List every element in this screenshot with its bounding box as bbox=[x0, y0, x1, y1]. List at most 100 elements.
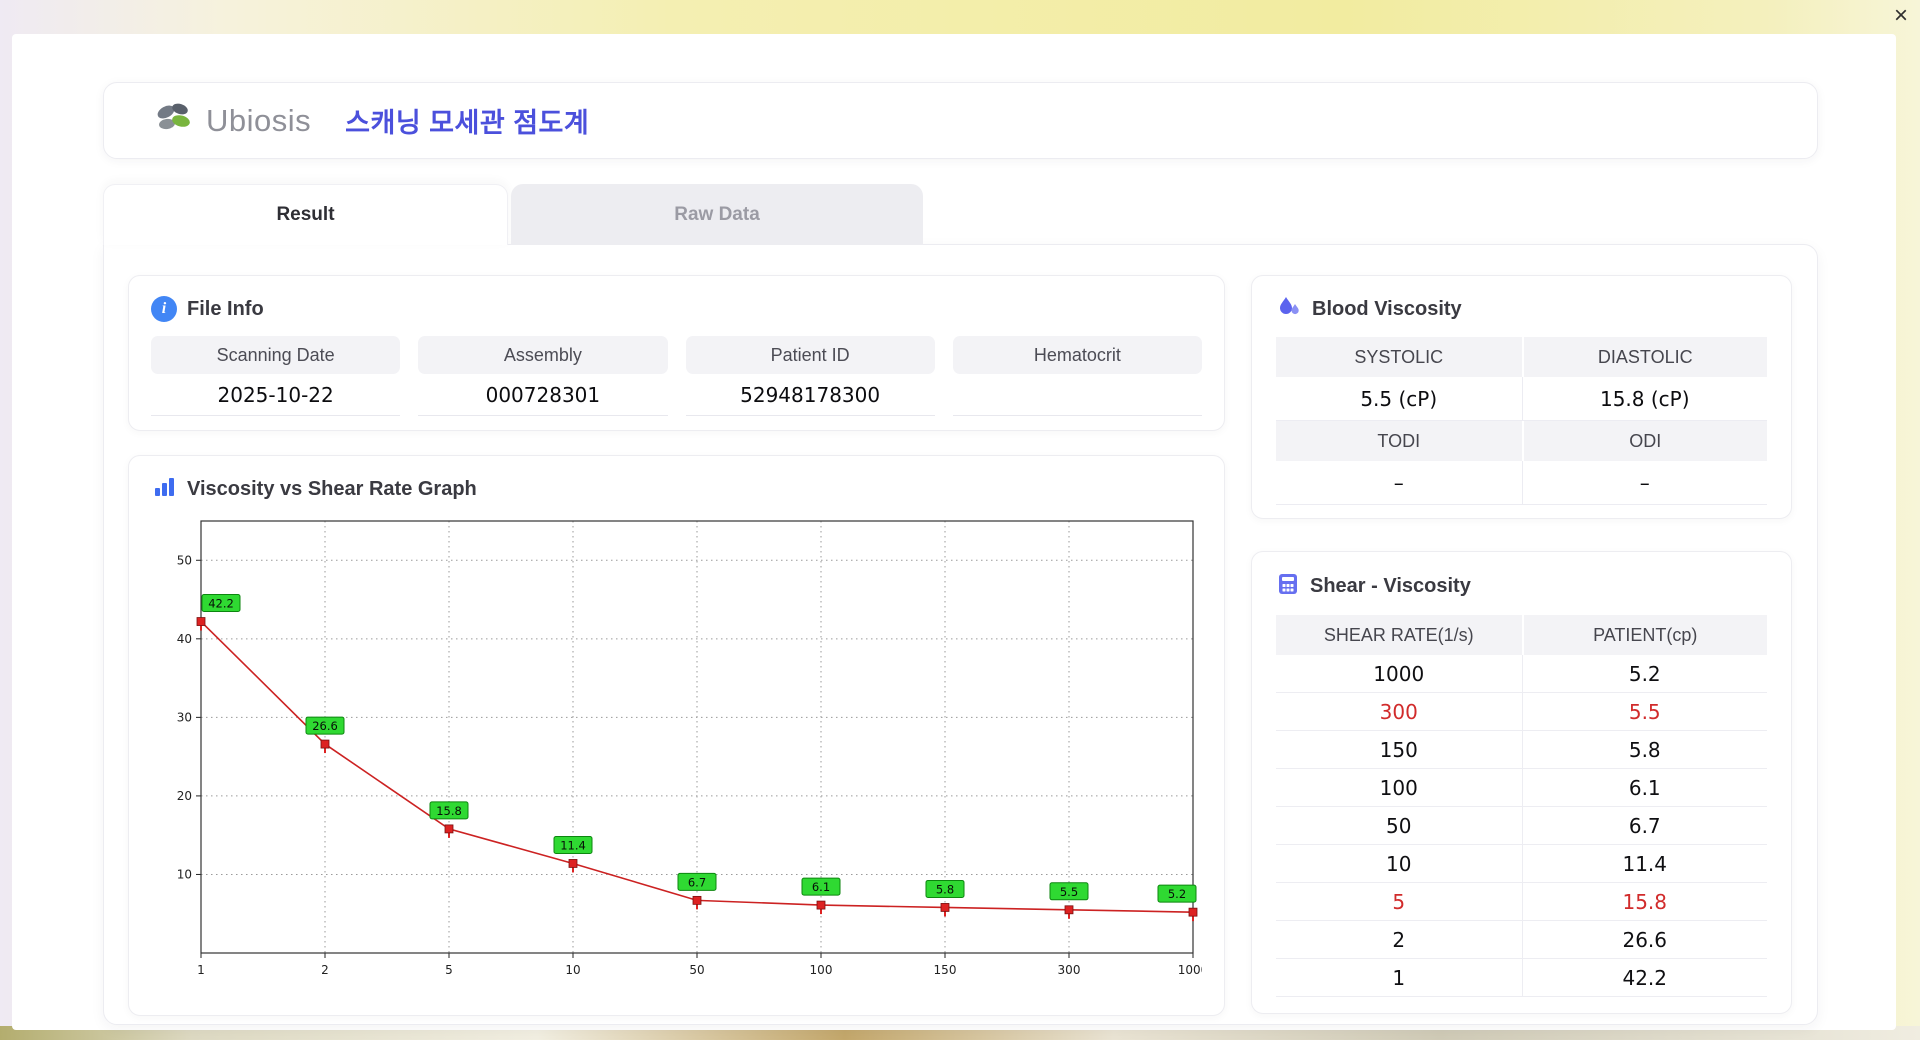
svg-text:150: 150 bbox=[934, 963, 957, 977]
svg-text:50: 50 bbox=[689, 963, 704, 977]
shear-rate-value: 1000 bbox=[1276, 655, 1522, 693]
svg-text:10: 10 bbox=[177, 867, 192, 881]
close-icon[interactable]: × bbox=[1894, 2, 1908, 30]
svg-text:26.6: 26.6 bbox=[312, 719, 338, 733]
patient-viscosity-value: 15.8 bbox=[1522, 883, 1768, 921]
file-info-fields: Scanning Date 2025-10-22 Assembly 000728… bbox=[151, 336, 1202, 416]
patient-viscosity-value: 6.7 bbox=[1522, 807, 1768, 845]
svg-text:2: 2 bbox=[321, 963, 329, 977]
shear-rate-value: 5 bbox=[1276, 883, 1522, 921]
assembly-value: 000728301 bbox=[418, 374, 667, 416]
systolic-header: SYSTOLIC bbox=[1276, 337, 1522, 377]
result-panel: i File Info Scanning Date 2025-10-22 Ass… bbox=[103, 244, 1818, 1025]
shear-rate-value: 10 bbox=[1276, 845, 1522, 883]
field-patient-id: Patient ID 52948178300 bbox=[686, 336, 935, 416]
viscosity-chart: 10 20 30 40 50 1 2 5 10 50 100 150 300 1000 42.2 26.6 15… bbox=[153, 513, 1202, 991]
patient-viscosity-value: 5.8 bbox=[1522, 731, 1768, 769]
shear-viscosity-card: Shear - Viscosity SHEAR RATE(1/s) PATIEN… bbox=[1251, 551, 1792, 1014]
svg-text:6.1: 6.1 bbox=[812, 880, 830, 894]
systolic-value: 5.5 (cP) bbox=[1276, 377, 1522, 421]
info-icon: i bbox=[151, 296, 177, 322]
shear-table-row: 10005.2 bbox=[1276, 655, 1767, 693]
shear-table-row: 506.7 bbox=[1276, 807, 1767, 845]
svg-text:50: 50 bbox=[177, 553, 192, 567]
blood-viscosity-card: Blood Viscosity SYSTOLIC DIASTOLIC 5.5 (… bbox=[1251, 275, 1792, 519]
field-assembly: Assembly 000728301 bbox=[418, 336, 667, 416]
shear-table-row: 3005.5 bbox=[1276, 693, 1767, 731]
patient-column-header: PATIENT(cp) bbox=[1522, 615, 1768, 655]
patient-viscosity-value: 11.4 bbox=[1522, 845, 1768, 883]
patient-viscosity-value: 6.1 bbox=[1522, 769, 1768, 807]
patient-viscosity-value: 42.2 bbox=[1522, 959, 1768, 997]
tab-bar: Result Raw Data bbox=[103, 184, 1818, 245]
svg-text:40: 40 bbox=[177, 632, 192, 646]
patient-id-label: Patient ID bbox=[686, 336, 935, 374]
patient-id-value: 52948178300 bbox=[686, 374, 935, 416]
shear-rate-value: 50 bbox=[1276, 807, 1522, 845]
shear-table-body: 10005.23005.51505.81006.1506.71011.4515.… bbox=[1276, 655, 1767, 997]
svg-text:5.8: 5.8 bbox=[936, 882, 954, 896]
shear-rate-value: 150 bbox=[1276, 731, 1522, 769]
blood-viscosity-table: SYSTOLIC DIASTOLIC 5.5 (cP) 15.8 (cP) TO… bbox=[1276, 337, 1767, 505]
shear-table-header: SHEAR RATE(1/s) PATIENT(cp) bbox=[1276, 615, 1767, 655]
todi-value: – bbox=[1276, 461, 1522, 505]
shear-table-row: 142.2 bbox=[1276, 959, 1767, 997]
leaf-logo-icon bbox=[154, 100, 198, 141]
svg-text:11.4: 11.4 bbox=[560, 838, 586, 852]
patient-viscosity-value: 5.2 bbox=[1522, 655, 1768, 693]
shear-table-row: 515.8 bbox=[1276, 883, 1767, 921]
svg-text:5: 5 bbox=[445, 963, 453, 977]
app-window: Ubiosis 스캐닝 모세관 점도계 Result Raw Data i Fi… bbox=[12, 34, 1896, 1030]
hematocrit-value bbox=[953, 374, 1202, 416]
calculator-icon bbox=[1276, 572, 1300, 601]
bar-chart-icon bbox=[153, 476, 177, 503]
shear-rate-value: 1 bbox=[1276, 959, 1522, 997]
graph-title: Viscosity vs Shear Rate Graph bbox=[187, 478, 477, 501]
file-info-card: i File Info Scanning Date 2025-10-22 Ass… bbox=[128, 275, 1225, 431]
blood-drop-icon bbox=[1276, 294, 1302, 325]
svg-text:10: 10 bbox=[565, 963, 580, 977]
patient-viscosity-value: 5.5 bbox=[1522, 693, 1768, 731]
svg-text:5.5: 5.5 bbox=[1060, 885, 1078, 899]
diastolic-value: 15.8 (cP) bbox=[1522, 377, 1768, 421]
shear-rate-value: 2 bbox=[1276, 921, 1522, 959]
shear-rate-value: 300 bbox=[1276, 693, 1522, 731]
assembly-label: Assembly bbox=[418, 336, 667, 374]
logo-text: Ubiosis bbox=[206, 103, 311, 139]
tab-raw-data[interactable]: Raw Data bbox=[511, 184, 923, 245]
odi-value: – bbox=[1522, 461, 1768, 505]
svg-text:1000: 1000 bbox=[1178, 963, 1202, 977]
svg-text:42.2: 42.2 bbox=[208, 597, 234, 611]
odi-header: ODI bbox=[1522, 421, 1768, 461]
tab-result[interactable]: Result bbox=[103, 184, 508, 245]
shear-table-row: 226.6 bbox=[1276, 921, 1767, 959]
shear-table-row: 1011.4 bbox=[1276, 845, 1767, 883]
scanning-date-label: Scanning Date bbox=[151, 336, 400, 374]
field-hematocrit: Hematocrit bbox=[953, 336, 1202, 416]
scanning-date-value: 2025-10-22 bbox=[151, 374, 400, 416]
hematocrit-label: Hematocrit bbox=[953, 336, 1202, 374]
svg-text:15.8: 15.8 bbox=[436, 804, 462, 818]
viscosity-graph-card: Viscosity vs Shear Rate Graph 10 20 30 40 50… bbox=[128, 455, 1225, 1016]
patient-viscosity-value: 26.6 bbox=[1522, 921, 1768, 959]
shear-viscosity-title: Shear - Viscosity bbox=[1310, 575, 1471, 598]
svg-text:30: 30 bbox=[177, 710, 192, 724]
svg-text:100: 100 bbox=[810, 963, 833, 977]
svg-text:6.7: 6.7 bbox=[688, 875, 706, 889]
svg-text:300: 300 bbox=[1058, 963, 1081, 977]
ubiosis-logo: Ubiosis bbox=[154, 100, 311, 141]
svg-text:5.2: 5.2 bbox=[1168, 887, 1186, 901]
page-title: 스캐닝 모세관 점도계 bbox=[345, 101, 589, 140]
svg-text:20: 20 bbox=[177, 789, 192, 803]
svg-text:1: 1 bbox=[197, 963, 205, 977]
shear-rate-value: 100 bbox=[1276, 769, 1522, 807]
shear-table-row: 1006.1 bbox=[1276, 769, 1767, 807]
blood-viscosity-title: Blood Viscosity bbox=[1312, 298, 1462, 321]
shear-rate-column-header: SHEAR RATE(1/s) bbox=[1276, 615, 1522, 655]
todi-header: TODI bbox=[1276, 421, 1522, 461]
file-info-title: File Info bbox=[187, 298, 264, 321]
field-scanning-date: Scanning Date 2025-10-22 bbox=[151, 336, 400, 416]
app-header: Ubiosis 스캐닝 모세관 점도계 bbox=[103, 82, 1818, 159]
shear-table-row: 1505.8 bbox=[1276, 731, 1767, 769]
diastolic-header: DIASTOLIC bbox=[1522, 337, 1768, 377]
